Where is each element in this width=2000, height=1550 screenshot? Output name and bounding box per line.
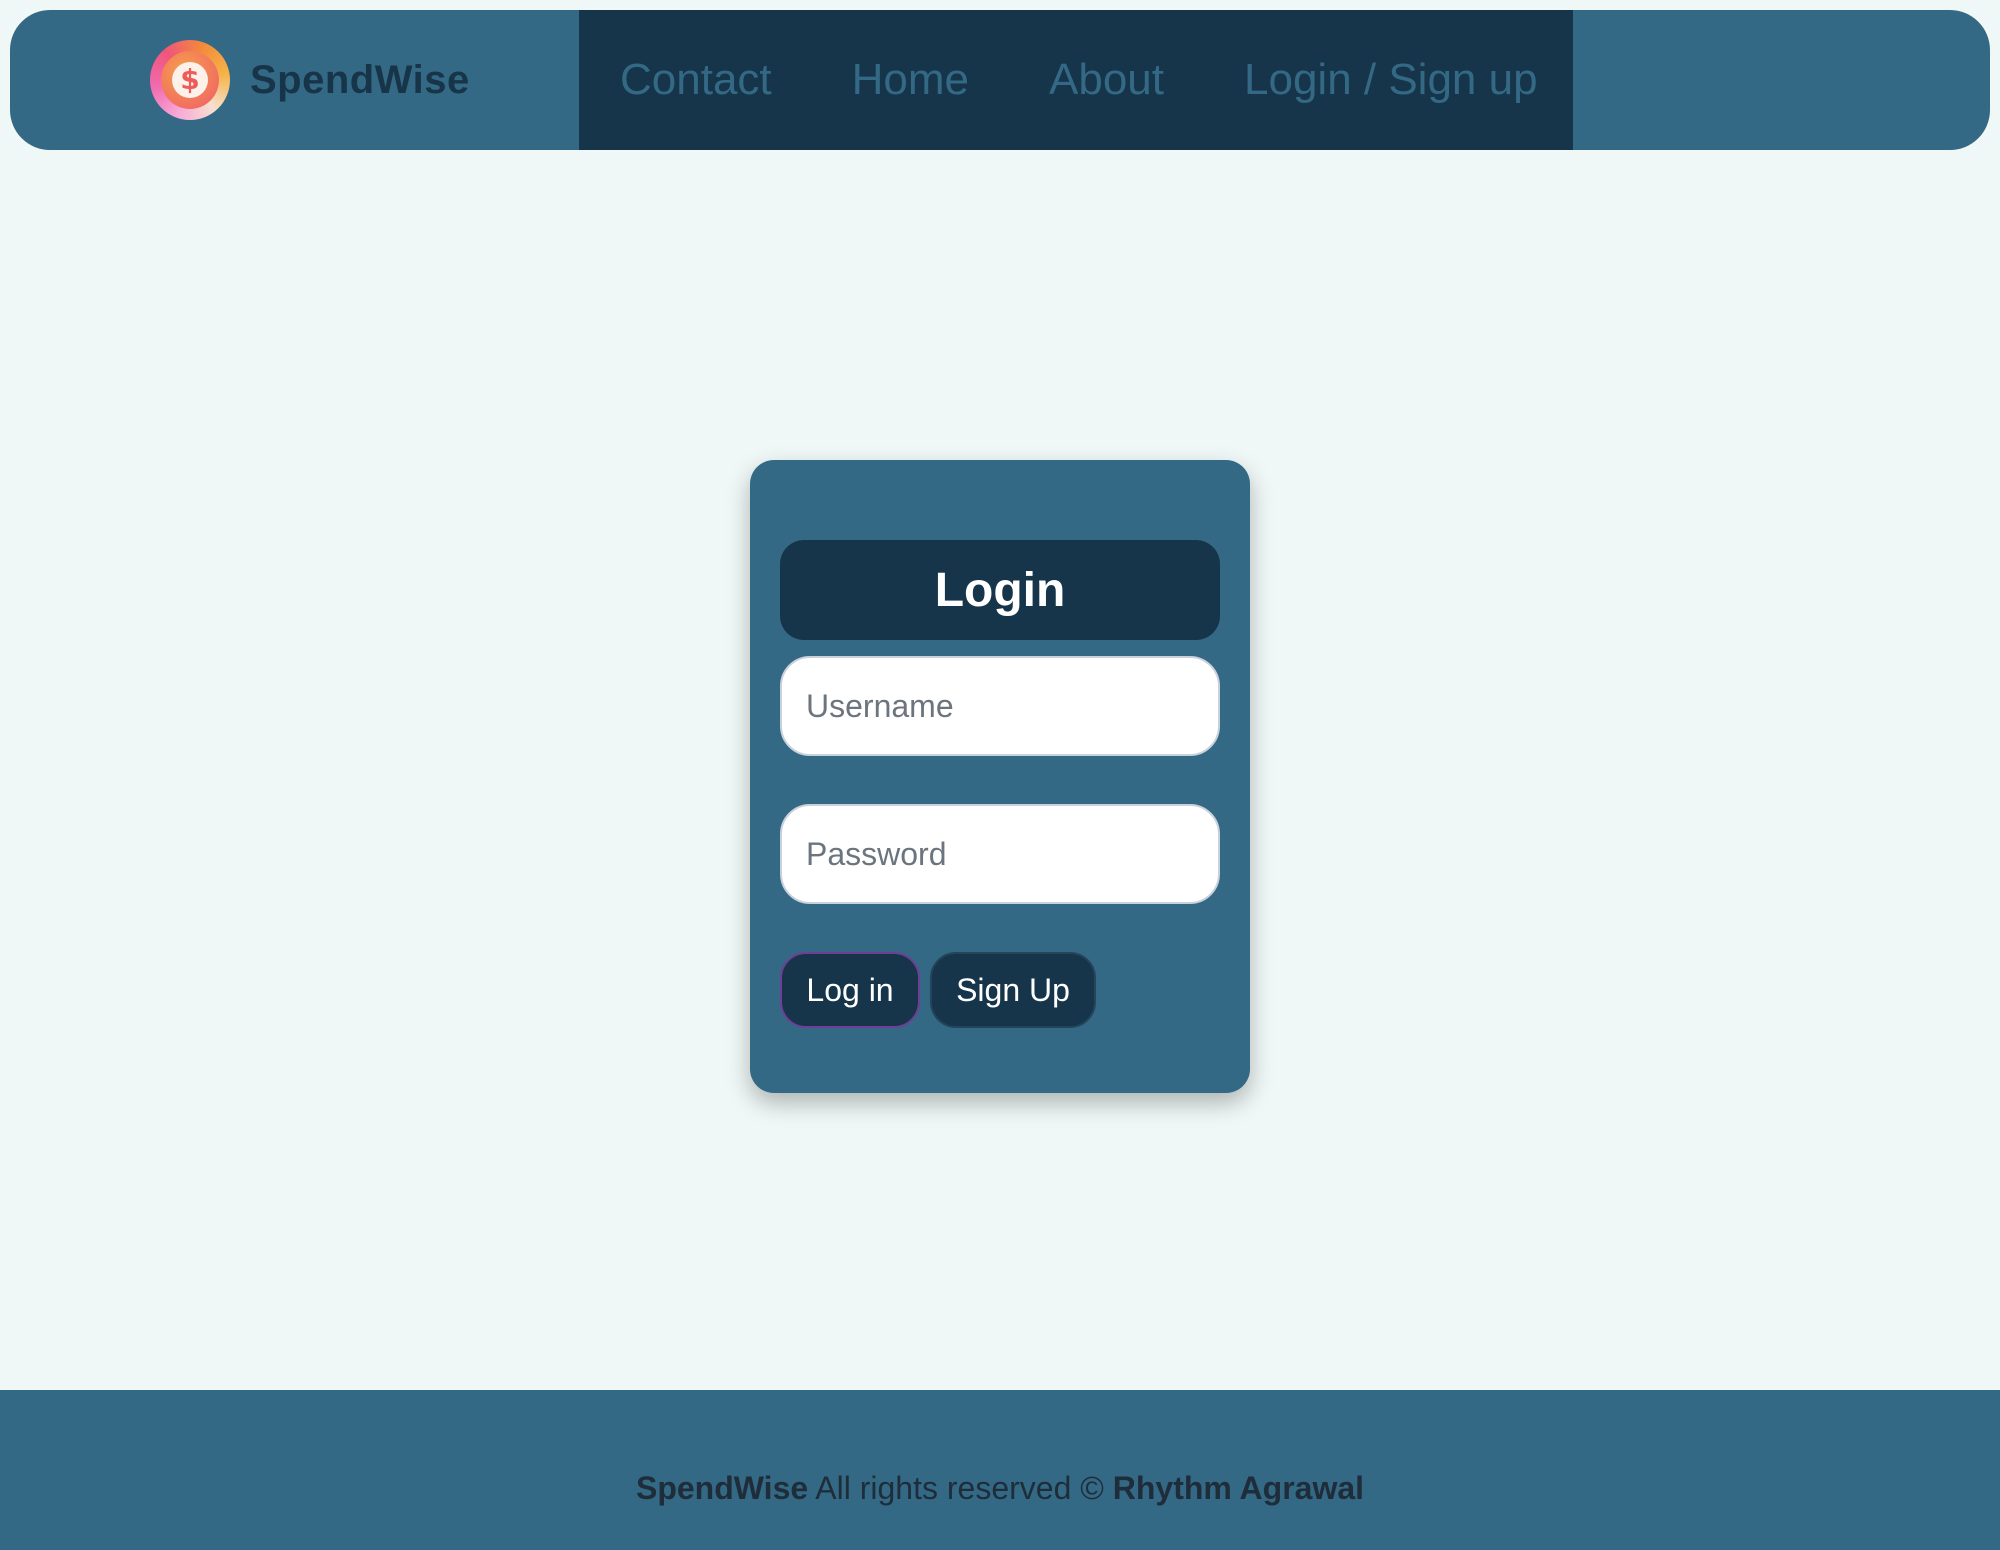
footer: SpendWise All rights reserved © Rhythm A…: [0, 1390, 2000, 1550]
nav-link-about[interactable]: About: [1049, 55, 1164, 105]
footer-rights: All rights reserved ©: [815, 1470, 1104, 1506]
login-title: Login: [780, 540, 1220, 640]
nav-link-contact[interactable]: Contact: [620, 55, 772, 105]
dollar-coin-logo-icon: $: [150, 40, 230, 120]
login-button[interactable]: Log in: [780, 952, 920, 1028]
nav-link-login-signup[interactable]: Login / Sign up: [1244, 55, 1538, 105]
login-card: Login Log in Sign Up: [750, 460, 1250, 1093]
nav-menu: Contact Home About Login / Sign up: [579, 10, 1573, 150]
signup-button[interactable]: Sign Up: [930, 952, 1096, 1028]
footer-brand: SpendWise: [635, 1470, 809, 1506]
nav-link-home[interactable]: Home: [852, 55, 969, 105]
navbar: $ SpendWise Contact Home About Login / S…: [10, 10, 1990, 150]
footer-text: SpendWise All rights reserved © Rhythm A…: [0, 1470, 2000, 1507]
password-input[interactable]: [780, 804, 1220, 904]
brand-home-link[interactable]: $ SpendWise: [150, 10, 470, 150]
username-input[interactable]: [780, 656, 1220, 756]
footer-author: Rhythm Agrawal: [1112, 1470, 1365, 1506]
brand-name: SpendWise: [250, 57, 470, 102]
